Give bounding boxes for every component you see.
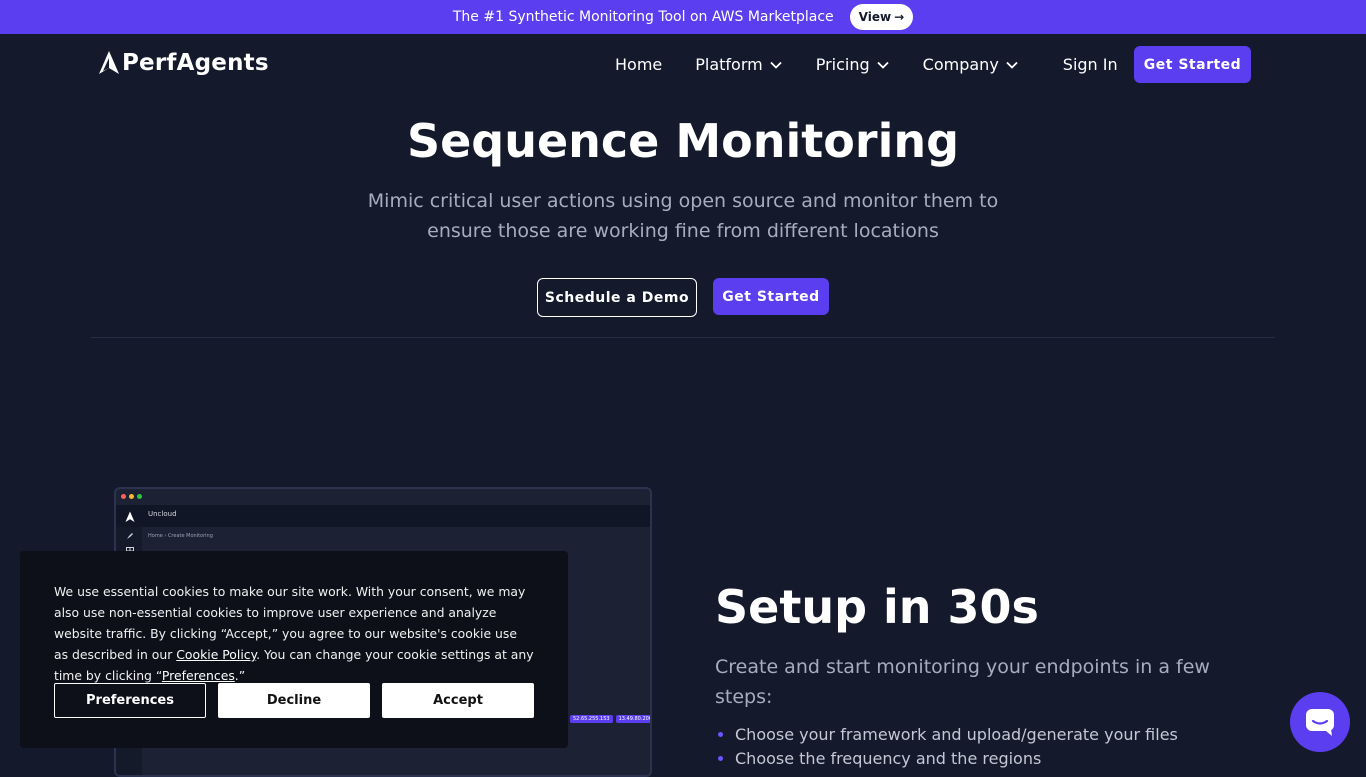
chevron-down-icon: [1006, 61, 1018, 69]
list-item-text: Choose the frequency and the regions: [735, 748, 1042, 768]
feature-subtitle: Create and start monitoring your endpoin…: [715, 656, 1210, 708]
feature-list: Choose your framework and upload/generat…: [715, 722, 1178, 770]
app-breadcrumb: Home › Create Monitoring: [148, 533, 213, 539]
cookie-banner: We use essential cookies to make our sit…: [20, 551, 568, 748]
bullet-icon: [718, 731, 723, 737]
nav-sign-in[interactable]: Sign In: [1063, 55, 1118, 74]
cookie-message: We use essential cookies to make our sit…: [54, 581, 534, 686]
hero-subtitle: Mimic critical user actions using open s…: [367, 190, 999, 242]
cookie-decline-button[interactable]: Decline: [218, 683, 370, 718]
chevron-down-icon: [877, 61, 889, 69]
app-org-name: Uncloud: [148, 510, 177, 518]
nav-home-label: Home: [615, 55, 663, 74]
announcement-bar: The #1 Synthetic Monitoring Tool on AWS …: [0, 0, 1366, 34]
nav-pricing[interactable]: Pricing: [816, 55, 890, 74]
nav-platform[interactable]: Platform: [695, 55, 782, 74]
chat-bubble-icon: [1306, 709, 1334, 736]
chat-widget-button[interactable]: [1290, 692, 1350, 752]
main-nav: Home Platform Pricing Company Sign In: [615, 46, 1118, 83]
hero-get-started-button[interactable]: Get Started: [713, 278, 829, 315]
cookie-text-part: .”: [234, 668, 246, 683]
perfagents-logo-icon: [125, 511, 135, 522]
announcement-text: The #1 Synthetic Monitoring Tool on AWS …: [452, 9, 834, 25]
brand-name: PerfAgents: [122, 50, 269, 76]
nav-home[interactable]: Home: [615, 55, 662, 74]
app-ip-tags: 52.65.255.153 13.49.80.206: [570, 715, 650, 723]
window-controls: [121, 494, 142, 499]
schedule-demo-button[interactable]: Schedule a Demo: [537, 278, 697, 317]
nav-company[interactable]: Company: [923, 55, 1019, 74]
feature-title: Setup in 30s: [715, 580, 1039, 634]
cookie-preferences-button[interactable]: Preferences: [54, 683, 206, 718]
nav-company-label: Company: [922, 55, 999, 74]
bullet-icon: [718, 755, 723, 761]
cookie-policy-link[interactable]: Cookie Policy: [176, 647, 256, 662]
cookie-preferences-link[interactable]: Preferences: [162, 668, 235, 683]
nav-pricing-label: Pricing: [815, 55, 870, 74]
rocket-icon: [127, 533, 133, 539]
minimize-dot-icon: [129, 494, 134, 499]
ip-tag: 13.49.80.206: [615, 715, 650, 723]
list-item: Choose the frequency and the regions: [715, 746, 1178, 770]
maximize-dot-icon: [137, 494, 142, 499]
page-title: Sequence Monitoring: [406, 114, 960, 168]
nav-platform-label: Platform: [695, 55, 763, 74]
cookie-actions: Preferences Decline Accept: [54, 683, 534, 718]
ip-tag: 52.65.255.153: [570, 715, 613, 723]
list-item-text: Choose your framework and upload/generat…: [735, 724, 1178, 744]
announcement-view-label: View: [858, 10, 892, 24]
list-item: Choose your framework and upload/generat…: [715, 722, 1178, 746]
close-dot-icon: [121, 494, 126, 499]
chevron-down-icon: [770, 61, 782, 69]
logo[interactable]: PerfAgents: [98, 50, 269, 76]
perfagents-logo-icon: [99, 51, 119, 74]
nav-get-started-button[interactable]: Get Started: [1134, 46, 1251, 83]
app-topbar: [116, 505, 650, 527]
section-divider: [91, 337, 1275, 338]
nav-sign-in-label: Sign In: [1062, 55, 1118, 74]
cookie-accept-button[interactable]: Accept: [382, 683, 534, 718]
arrow-right-icon: →: [894, 10, 905, 24]
announcement-view-button[interactable]: View →: [849, 4, 914, 30]
